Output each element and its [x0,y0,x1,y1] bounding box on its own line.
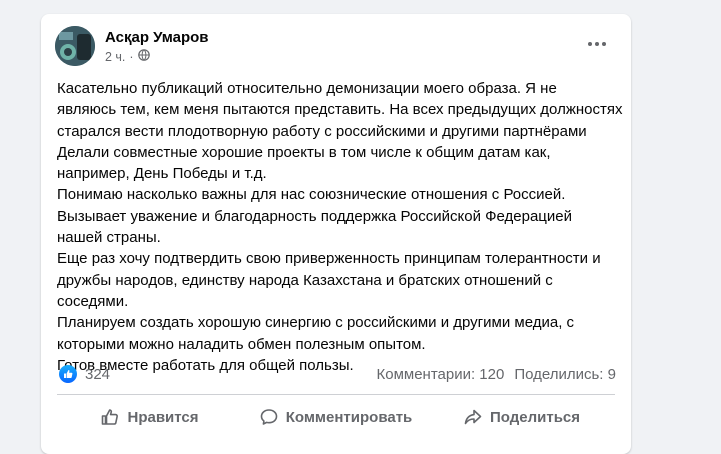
post-card: Асқар Умаров 2 ч. · Касательно публикаци… [41,14,631,454]
thumbs-up-icon [59,365,77,383]
divider [57,394,615,395]
post-text: Касательно публикаций относительно демон… [57,80,623,374]
shares-count[interactable]: Поделились: 9 [514,366,616,383]
avatar[interactable] [55,26,95,66]
meta-separator: · [129,50,134,64]
globe-icon[interactable] [137,49,150,65]
author-name[interactable]: Асқар Умаров [105,28,209,48]
speech-bubble-icon [260,409,278,425]
like-label: Нравится [127,408,199,426]
like-button[interactable]: Нравится [57,399,243,435]
post-meta: 2 ч. · [105,49,150,65]
share-label: Поделиться [489,408,581,426]
timestamp[interactable]: 2 ч. [105,49,125,65]
more-options-icon[interactable] [583,32,611,56]
engagement-stats: Комментарии: 120 Поделились: 9 [377,366,617,383]
comments-count[interactable]: Комментарии: 120 [377,366,505,383]
reactions-count[interactable]: 324 [85,366,110,383]
share-arrow-icon [464,409,482,425]
comment-label: Комментировать [285,408,413,426]
share-button[interactable]: Поделиться [429,399,615,435]
comment-button[interactable]: Комментировать [243,399,429,435]
action-bar: Нравится Комментировать Поделиться [57,399,615,435]
reactions-summary[interactable]: 324 [59,365,110,383]
thumbs-up-outline-icon [102,409,119,425]
